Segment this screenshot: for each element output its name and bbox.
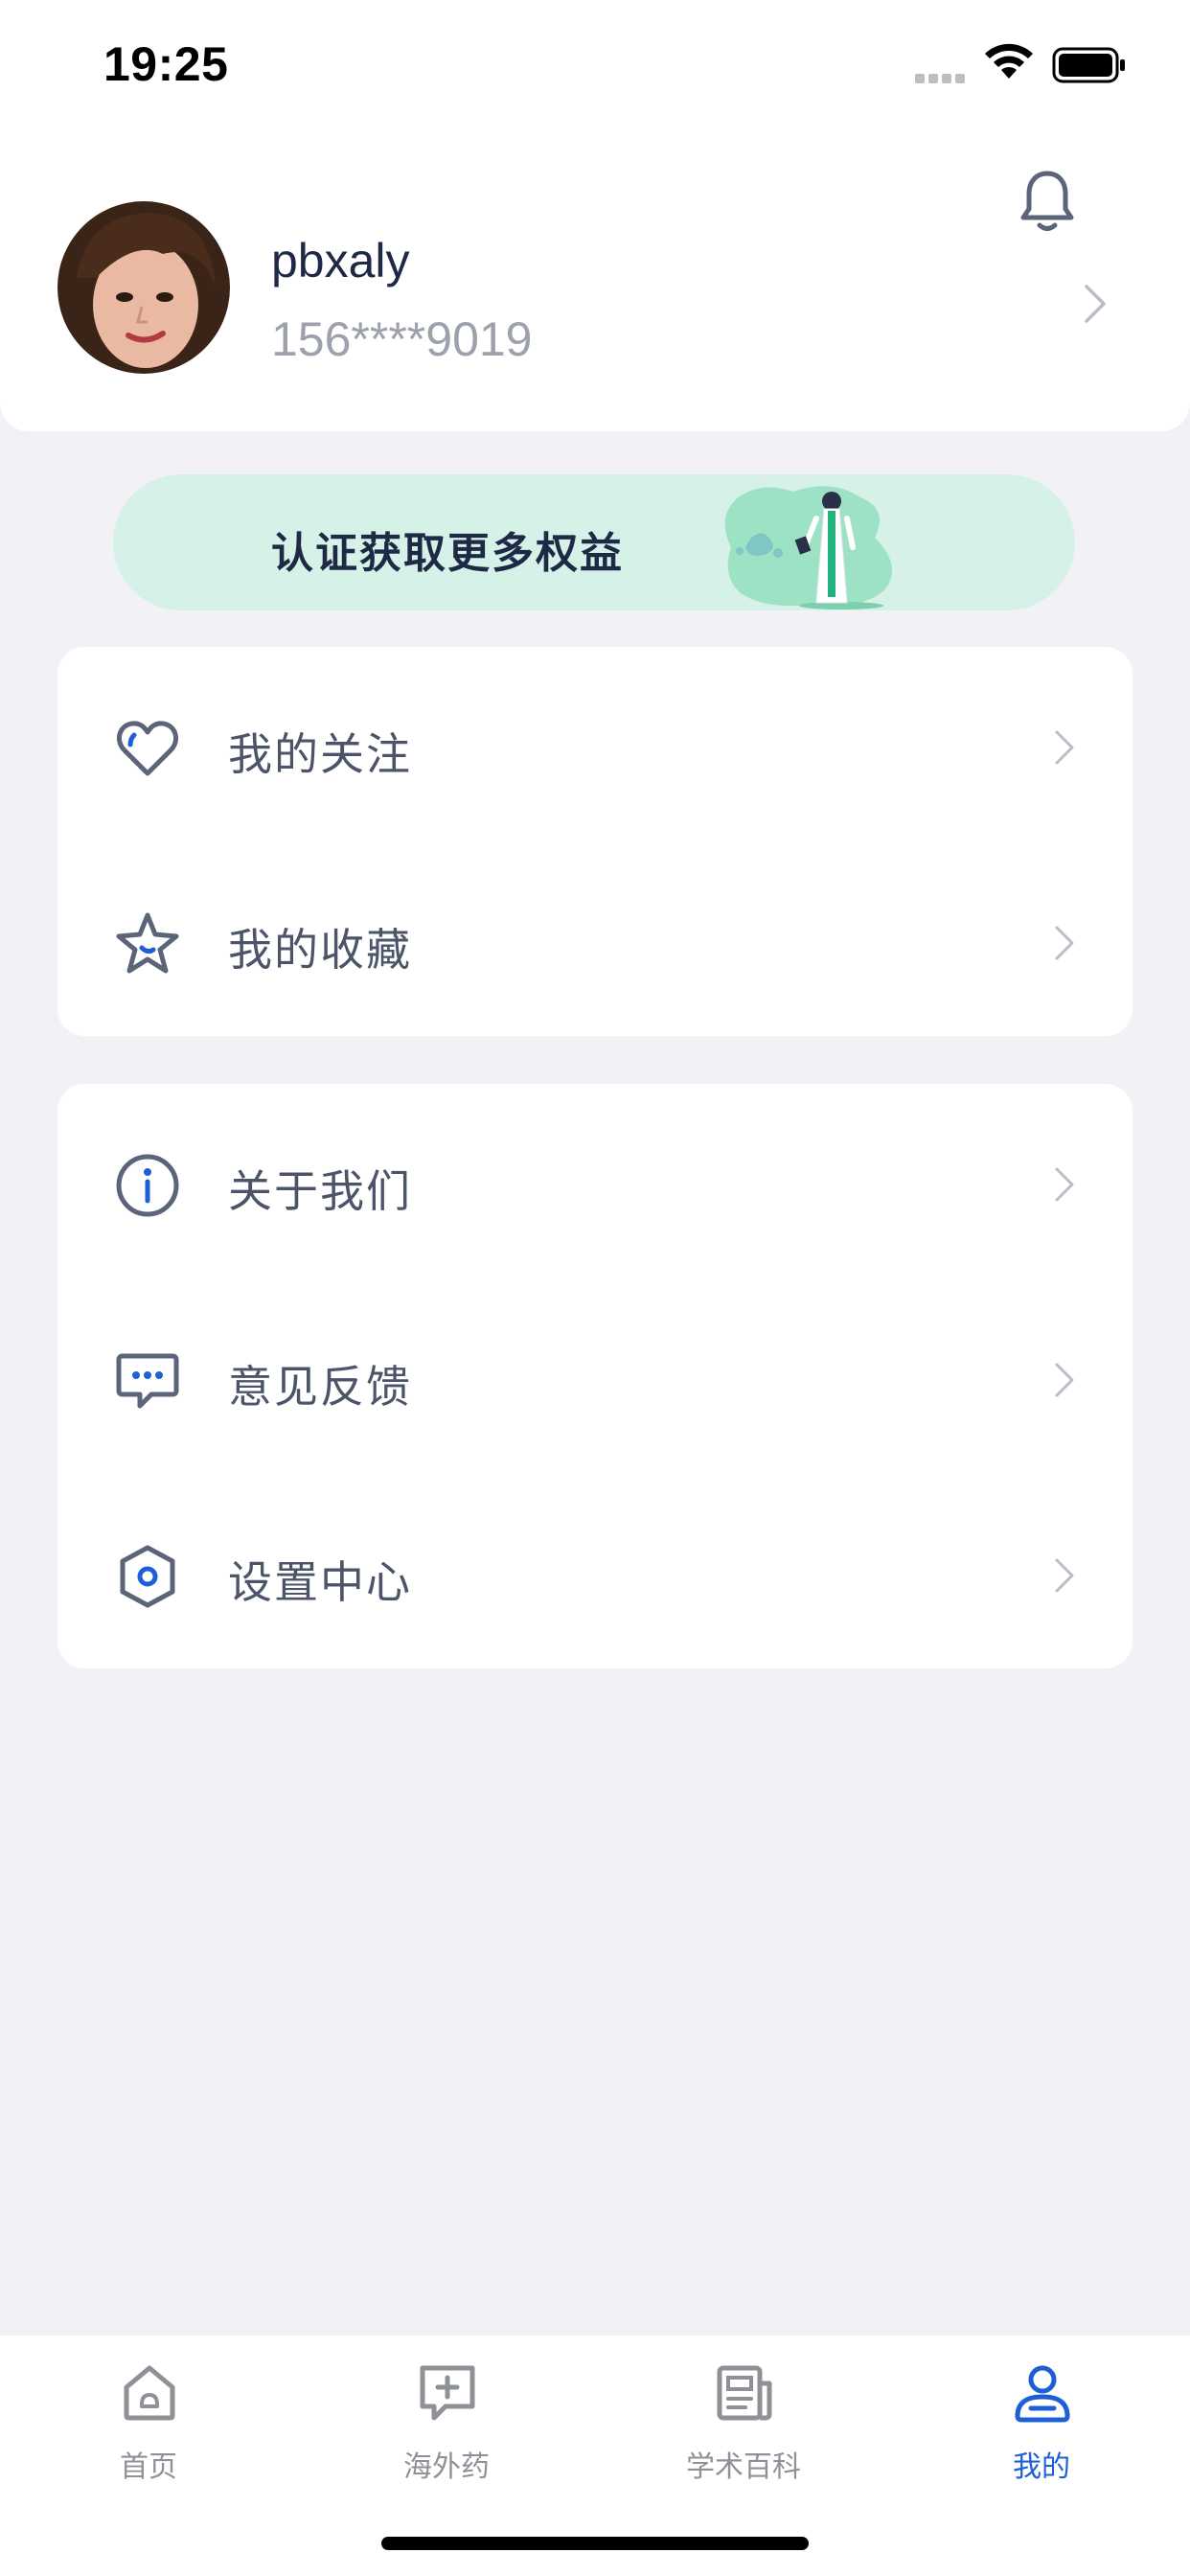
chevron-right-icon bbox=[1055, 730, 1074, 765]
menu-card-favorites: 我的关注 我的收藏 bbox=[57, 647, 1133, 1036]
avatar[interactable] bbox=[57, 201, 230, 374]
menu-item-settings[interactable]: 设置中心 bbox=[57, 1475, 1133, 1670]
menu-label: 意见反馈 bbox=[228, 1361, 412, 1413]
certification-banner[interactable]: 认证获取更多权益 bbox=[113, 474, 1075, 610]
menu-item-my-follows[interactable]: 我的关注 bbox=[57, 647, 1133, 842]
tab-label: 海外药 bbox=[403, 2450, 490, 2484]
wifi-icon bbox=[985, 43, 1033, 79]
encyclopedia-icon bbox=[717, 2365, 772, 2421]
medicine-plus-icon bbox=[420, 2365, 475, 2421]
tab-overseas-medicine[interactable]: 海外药 bbox=[298, 2335, 595, 2498]
menu-card-general: 关于我们 意见反馈 设置中心 bbox=[57, 1084, 1133, 1668]
profile-icon bbox=[1015, 2365, 1070, 2423]
chevron-right-icon bbox=[1055, 1558, 1074, 1593]
feedback-icon bbox=[116, 1353, 179, 1409]
doctor-illustration-icon bbox=[724, 486, 892, 610]
tab-label: 我的 bbox=[1013, 2450, 1070, 2484]
menu-item-my-favorites[interactable]: 我的收藏 bbox=[57, 842, 1133, 1038]
username: pbxaly bbox=[271, 234, 410, 288]
menu-label: 设置中心 bbox=[228, 1556, 412, 1608]
cellular-signal-icon bbox=[915, 69, 969, 87]
heart-icon bbox=[116, 721, 179, 776]
menu-label: 关于我们 bbox=[228, 1165, 412, 1217]
chevron-right-icon[interactable] bbox=[1083, 283, 1108, 325]
chevron-right-icon bbox=[1055, 1363, 1074, 1397]
banner-text: 认证获取更多权益 bbox=[271, 529, 624, 578]
home-icon bbox=[124, 2365, 175, 2421]
notification-bell-icon[interactable] bbox=[1018, 168, 1077, 235]
menu-item-about-us[interactable]: 关于我们 bbox=[57, 1084, 1133, 1279]
tab-label: 首页 bbox=[120, 2450, 177, 2484]
chevron-right-icon bbox=[1055, 1167, 1074, 1202]
phone-number: 156****9019 bbox=[271, 312, 533, 366]
status-bar: 19:25 bbox=[0, 0, 1190, 129]
menu-label: 我的关注 bbox=[228, 728, 412, 780]
chevron-right-icon bbox=[1055, 926, 1074, 960]
menu-label: 我的收藏 bbox=[228, 924, 412, 976]
tab-label: 学术百科 bbox=[686, 2450, 801, 2484]
menu-item-feedback[interactable]: 意见反馈 bbox=[57, 1279, 1133, 1475]
home-indicator bbox=[381, 2537, 809, 2550]
profile-header[interactable]: pbxaly 156****9019 bbox=[0, 129, 1190, 431]
tab-encyclopedia[interactable]: 学术百科 bbox=[595, 2335, 892, 2498]
tab-mine[interactable]: 我的 bbox=[893, 2335, 1190, 2498]
tab-home[interactable]: 首页 bbox=[0, 2335, 297, 2498]
battery-icon bbox=[1052, 47, 1125, 83]
settings-icon bbox=[120, 1545, 175, 1608]
status-time: 19:25 bbox=[103, 37, 229, 91]
star-icon bbox=[116, 912, 179, 974]
info-icon bbox=[116, 1154, 179, 1217]
